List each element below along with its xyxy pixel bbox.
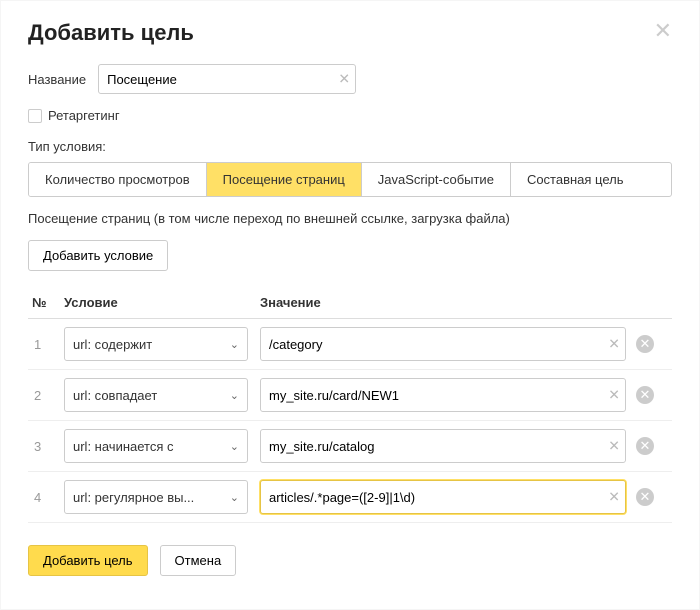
col-num-header: №: [28, 295, 64, 310]
value-input[interactable]: [260, 327, 626, 361]
add-goal-modal: Добавить цель ✕ Название ✕ Ретаргетинг Т…: [0, 0, 700, 596]
row-number: 2: [28, 388, 64, 403]
row-number: 1: [28, 337, 64, 352]
chevron-down-icon: ⌄: [230, 440, 239, 453]
tab-3[interactable]: Составная цель: [511, 163, 640, 196]
col-condition-header: Условие: [64, 295, 260, 310]
delete-row-button[interactable]: ✕: [636, 437, 654, 455]
row-number: 4: [28, 490, 64, 505]
table-row: 1 url: содержит ⌄ ✕ ✕: [28, 319, 672, 370]
clear-value-icon[interactable]: ✕: [608, 438, 620, 455]
table-row: 3 url: начинается с ⌄ ✕ ✕: [28, 421, 672, 472]
row-number: 3: [28, 439, 64, 454]
tab-0[interactable]: Количество просмотров: [29, 163, 207, 196]
value-input[interactable]: [260, 429, 626, 463]
clear-name-icon[interactable]: ✕: [338, 71, 350, 88]
modal-title: Добавить цель: [28, 20, 194, 46]
clear-value-icon[interactable]: ✕: [608, 387, 620, 404]
delete-row-button[interactable]: ✕: [636, 335, 654, 353]
condition-select[interactable]: url: начинается с ⌄: [64, 429, 248, 463]
condition-select-text: url: регулярное вы...: [73, 490, 194, 505]
condition-type-tabs: Количество просмотровПосещение страницJa…: [28, 162, 672, 197]
tab-description: Посещение страниц (в том числе переход п…: [28, 211, 672, 226]
clear-value-icon[interactable]: ✕: [608, 489, 620, 506]
col-value-header: Значение: [260, 295, 636, 310]
name-input[interactable]: [98, 64, 356, 94]
delete-row-button[interactable]: ✕: [636, 386, 654, 404]
add-condition-button[interactable]: Добавить условие: [28, 240, 168, 271]
tab-2[interactable]: JavaScript-событие: [362, 163, 511, 196]
condition-select-text: url: содержит: [73, 337, 152, 352]
close-icon[interactable]: ✕: [654, 20, 672, 42]
retargeting-checkbox[interactable]: [28, 109, 42, 123]
modal-footer: Добавить цель Отмена: [28, 545, 672, 576]
chevron-down-icon: ⌄: [230, 491, 239, 504]
conditions-table: № Условие Значение 1url: содержит⌄✕✕2url…: [28, 295, 672, 523]
condition-select[interactable]: url: совпадает ⌄: [64, 378, 248, 412]
value-input[interactable]: [260, 378, 626, 412]
name-label: Название: [28, 72, 86, 87]
table-row: 2 url: совпадает ⌄ ✕ ✕: [28, 370, 672, 421]
chevron-down-icon: ⌄: [230, 389, 239, 402]
condition-select-text: url: совпадает: [73, 388, 157, 403]
cancel-button[interactable]: Отмена: [160, 545, 237, 576]
condition-select[interactable]: url: регулярное вы... ⌄: [64, 480, 248, 514]
delete-row-button[interactable]: ✕: [636, 488, 654, 506]
submit-button[interactable]: Добавить цель: [28, 545, 148, 576]
value-input[interactable]: [260, 480, 626, 514]
table-header: № Условие Значение: [28, 295, 672, 319]
clear-value-icon[interactable]: ✕: [608, 336, 620, 353]
chevron-down-icon: ⌄: [230, 338, 239, 351]
table-row: 4 url: регулярное вы... ⌄ ✕ ✕: [28, 472, 672, 523]
condition-select[interactable]: url: содержит ⌄: [64, 327, 248, 361]
condition-type-label: Тип условия:: [28, 139, 672, 154]
condition-select-text: url: начинается с: [73, 439, 174, 454]
tab-1[interactable]: Посещение страниц: [207, 163, 362, 196]
retargeting-label: Ретаргетинг: [48, 108, 120, 123]
